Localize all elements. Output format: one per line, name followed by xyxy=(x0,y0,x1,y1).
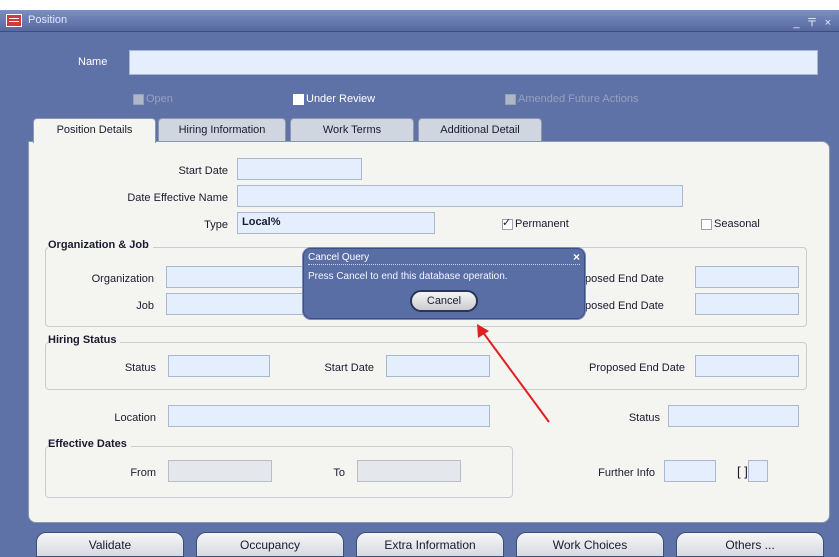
hiring-status-field[interactable] xyxy=(168,355,270,377)
location-status-field[interactable] xyxy=(668,405,799,427)
proposed-end-date-field-1[interactable] xyxy=(695,266,799,288)
under-review-checkbox[interactable] xyxy=(293,94,304,105)
further-info-small-field[interactable] xyxy=(748,460,768,482)
proposed-end-date-label-1: posed End Date xyxy=(585,273,664,285)
seasonal-checkbox[interactable] xyxy=(701,219,712,230)
hiring-proposed-end-date-field[interactable] xyxy=(695,355,799,377)
start-date-field[interactable] xyxy=(237,158,362,180)
work-choices-button[interactable]: Work Choices xyxy=(516,532,664,557)
window-title: Position xyxy=(28,14,68,26)
type-field[interactable]: Local% xyxy=(237,212,435,234)
app-icon xyxy=(6,14,22,27)
further-info-field[interactable] xyxy=(664,460,716,482)
dialog-title: Cancel Query xyxy=(308,252,580,265)
location-label: Location xyxy=(114,412,156,424)
to-field[interactable] xyxy=(357,460,461,482)
proposed-end-date-field-2[interactable] xyxy=(695,293,799,315)
hiring-start-date-label: Start Date xyxy=(324,362,374,374)
organization-job-title: Organization & Job xyxy=(48,239,153,251)
others-button[interactable]: Others ... xyxy=(676,532,824,557)
seasonal-label: Seasonal xyxy=(714,218,760,230)
from-label: From xyxy=(130,467,156,479)
window-controls-icon[interactable]: _ 〒 × xyxy=(793,14,833,30)
hiring-proposed-end-date-label: Proposed End Date xyxy=(588,362,685,374)
cancel-query-dialog: Cancel Query × Press Cancel to end this … xyxy=(303,248,585,319)
hiring-status-label: Status xyxy=(124,362,156,374)
name-field[interactable] xyxy=(129,50,818,75)
name-label: Name xyxy=(78,56,108,68)
proposed-end-date-label-2: posed End Date xyxy=(585,300,664,312)
type-label: Type xyxy=(204,219,228,231)
checkmark-icon: ✓ xyxy=(502,217,512,229)
organization-label: Organization xyxy=(91,273,154,285)
amended-checkbox[interactable] xyxy=(505,94,516,105)
effective-dates-title: Effective Dates xyxy=(48,438,131,450)
tab-hiring-information[interactable]: Hiring Information xyxy=(158,118,286,142)
open-checkbox[interactable] xyxy=(133,94,144,105)
cancel-button[interactable]: Cancel xyxy=(410,290,478,312)
to-label: To xyxy=(333,467,345,479)
extra-information-button[interactable]: Extra Information xyxy=(356,532,504,557)
job-label: Job xyxy=(136,300,154,312)
further-info-label: Further Info xyxy=(598,467,655,479)
hiring-status-title: Hiring Status xyxy=(48,334,121,346)
start-date-label: Start Date xyxy=(178,165,228,177)
validate-button[interactable]: Validate xyxy=(36,532,184,557)
top-strip xyxy=(0,0,839,10)
open-checkbox-label: Open xyxy=(146,93,173,105)
amended-checkbox-label: Amended Future Actions xyxy=(518,93,639,105)
job-field[interactable] xyxy=(166,293,308,315)
from-field[interactable] xyxy=(168,460,272,482)
location-status-label: Status xyxy=(628,412,660,424)
window-titlebar: Position _ 〒 × xyxy=(0,10,839,32)
under-review-label: Under Review xyxy=(306,93,376,105)
tab-work-terms[interactable]: Work Terms xyxy=(290,118,414,142)
tab-additional-detail[interactable]: Additional Detail xyxy=(418,118,542,142)
hiring-start-date-field[interactable] xyxy=(386,355,490,377)
date-effective-name-field[interactable] xyxy=(237,185,683,207)
location-field[interactable] xyxy=(168,405,490,427)
permanent-label: Permanent xyxy=(515,218,569,230)
close-icon[interactable]: × xyxy=(573,250,580,264)
organization-field[interactable] xyxy=(166,266,308,288)
dialog-message: Press Cancel to end this database operat… xyxy=(308,271,508,282)
tab-position-details[interactable]: Position Details xyxy=(33,118,156,143)
occupancy-button[interactable]: Occupancy xyxy=(196,532,344,557)
date-effective-name-label: Date Effective Name xyxy=(127,192,228,204)
